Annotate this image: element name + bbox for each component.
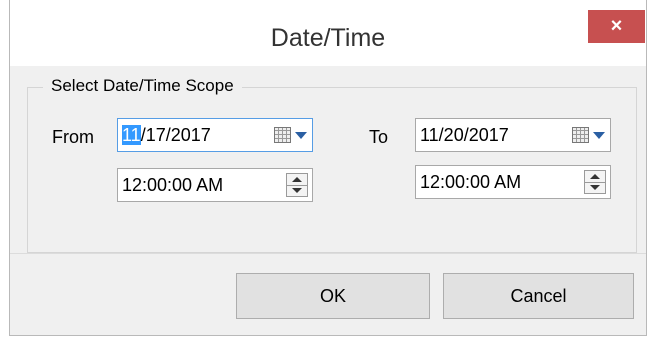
from-label: From bbox=[52, 127, 94, 147]
from-date-rest: /17/2017 bbox=[140, 124, 211, 145]
footer-divider bbox=[10, 253, 646, 254]
spin-up-button[interactable] bbox=[585, 171, 605, 183]
dropdown-arrow-icon bbox=[295, 131, 307, 139]
to-date-picker[interactable]: 11/20/2017 bbox=[415, 118, 611, 152]
from-calendar-button[interactable] bbox=[274, 125, 308, 145]
from-date-value[interactable]: 11/17/2017 bbox=[118, 124, 211, 146]
to-time-spinner[interactable] bbox=[584, 170, 606, 194]
from-time-picker[interactable]: 12:00:00 AM bbox=[117, 168, 313, 202]
group-title: Select Date/Time Scope bbox=[43, 76, 242, 96]
spin-up-icon bbox=[292, 176, 302, 182]
dialog-title: Date/Time bbox=[270, 24, 386, 52]
spin-up-button[interactable] bbox=[287, 174, 307, 186]
spin-down-button[interactable] bbox=[585, 183, 605, 194]
close-icon: × bbox=[610, 15, 623, 37]
cancel-button[interactable]: Cancel bbox=[443, 273, 634, 319]
from-time-value[interactable]: 12:00:00 AM bbox=[118, 175, 223, 196]
close-button[interactable]: × bbox=[588, 10, 645, 43]
dropdown-arrow-icon bbox=[593, 131, 605, 139]
to-label: To bbox=[369, 127, 389, 147]
calendar-icon bbox=[274, 127, 291, 143]
to-time-value[interactable]: 12:00:00 AM bbox=[416, 172, 521, 193]
to-date-value[interactable]: 11/20/2017 bbox=[416, 125, 509, 146]
spin-down-icon bbox=[292, 188, 302, 194]
from-time-spinner[interactable] bbox=[286, 173, 308, 197]
spin-down-button[interactable] bbox=[287, 186, 307, 197]
calendar-icon bbox=[572, 127, 589, 143]
date-time-dialog: Date/Time × Select Date/Time Scope From … bbox=[9, 0, 647, 336]
title-bar: Date/Time × bbox=[10, 0, 646, 66]
spin-down-icon bbox=[590, 185, 600, 191]
spin-up-icon bbox=[590, 173, 600, 179]
ok-button[interactable]: OK bbox=[236, 273, 430, 319]
to-calendar-button[interactable] bbox=[572, 125, 606, 145]
from-date-selected-segment[interactable]: 11 bbox=[122, 124, 141, 145]
from-date-picker[interactable]: 11/17/2017 bbox=[117, 118, 313, 152]
to-time-picker[interactable]: 12:00:00 AM bbox=[415, 165, 611, 199]
